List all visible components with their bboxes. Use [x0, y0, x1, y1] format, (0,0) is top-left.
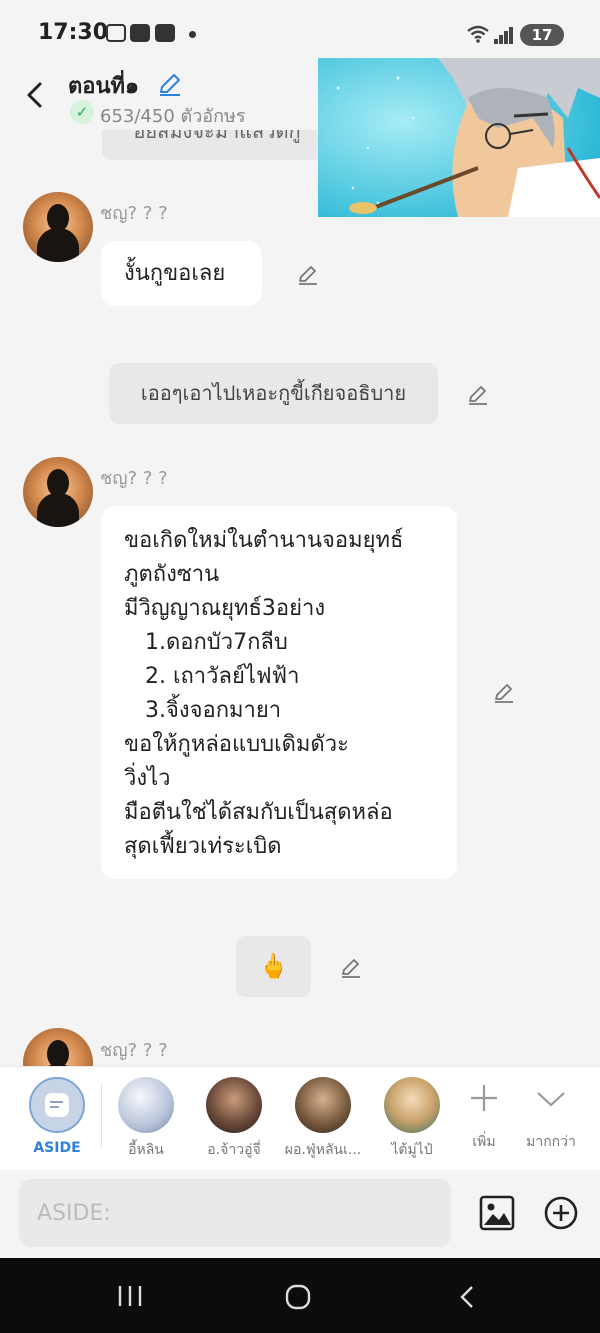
message-line: 3.จิ้งจอกมายา	[124, 698, 282, 723]
input-bar	[0, 1170, 600, 1258]
character-name: อี้หลิน	[128, 1142, 164, 1158]
speaker-name: ชญ? ? ?	[100, 203, 168, 224]
aside-text: เออๆเอาไปเหอะกูขี้เกียจอธิบาย	[140, 381, 407, 405]
character-avatar[interactable]	[118, 1077, 174, 1133]
character-name: ผอ.ฟู่หลันเ...	[284, 1142, 362, 1158]
avatar[interactable]	[23, 1028, 93, 1066]
avatar[interactable]	[23, 457, 93, 527]
aside-character-button[interactable]	[29, 1077, 85, 1133]
app-icon	[155, 24, 175, 42]
message-bubble[interactable]: ขอเกิดใหม่ในตำนานจอมยุทธ์ ภูตถังซาน มีวิ…	[101, 506, 457, 879]
edit-icon[interactable]	[466, 382, 490, 406]
character-bar: ASIDE อี้หลิน อ.จ้าวอู่จี่ ผอ.ฟู่หลันเ..…	[0, 1066, 600, 1171]
message-line: สุดเฟี้ยวเท่ระเบิด	[124, 834, 282, 859]
message-bubble[interactable]: งั้นกูขอเลย	[101, 241, 262, 306]
media-thumbnail[interactable]	[318, 58, 600, 217]
chapter-title: ตอนที่๑	[68, 74, 140, 99]
message-line: ภูตถังซาน	[124, 562, 220, 587]
status-bar: 17:30 17	[0, 0, 600, 64]
check-icon: ✓	[70, 100, 94, 124]
recent-apps-icon[interactable]	[116, 1284, 144, 1308]
notification-dot-icon	[189, 31, 196, 38]
aside-bubble[interactable]: เออๆเอาไปเหอะกูขี้เกียจอธิบาย	[109, 363, 438, 424]
edit-icon[interactable]	[296, 262, 320, 286]
character-name: อ.จ้าวอู่จี่	[207, 1142, 261, 1158]
back-arrow-icon[interactable]	[20, 78, 50, 112]
character-avatar[interactable]	[295, 1077, 351, 1133]
edit-icon[interactable]	[492, 680, 516, 704]
message-line: มีวิญญาณยุทธ์3อย่าง	[124, 596, 326, 621]
aside-text: อยสมงจะมาแสวตกู	[133, 130, 301, 143]
home-icon[interactable]	[284, 1283, 312, 1311]
aside-character-label: ASIDE	[33, 1140, 81, 1156]
speaker-name: ชญ? ? ?	[100, 468, 168, 489]
image-icon[interactable]	[478, 1194, 516, 1232]
app-icon	[130, 24, 150, 42]
character-avatar[interactable]	[206, 1077, 262, 1133]
message-line: ขอให้กูหล่อแบบเดิมดัวะ	[124, 732, 349, 757]
screenshot-icon	[106, 24, 126, 42]
more-characters-label: มากกว่า	[526, 1134, 576, 1150]
battery-indicator: 17	[520, 24, 564, 46]
message-line: วิ่งไว	[124, 766, 171, 791]
message-line: 2. เถาวัลย์ไฟฟ้า	[124, 664, 300, 689]
character-avatar[interactable]	[384, 1077, 440, 1133]
emoji: 🖕	[258, 952, 289, 980]
divider	[101, 1083, 102, 1147]
back-icon[interactable]	[456, 1284, 478, 1310]
signal-icon	[494, 26, 513, 44]
message-input[interactable]	[19, 1179, 451, 1247]
speaker-name: ชญ? ? ?	[100, 1040, 168, 1061]
avatar[interactable]	[23, 192, 93, 262]
aside-emoji-bubble[interactable]: 🖕	[236, 936, 311, 997]
aside-bubble[interactable]: อยสมงจะมาแสวตกู	[102, 130, 332, 160]
edit-title-icon[interactable]	[156, 70, 184, 98]
system-navigation-bar	[0, 1258, 600, 1333]
chat-area[interactable]: อยสมงจะมาแสวตกู ชญ? ? ? งั้นกูขอเลย เออๆ…	[0, 130, 600, 1066]
aside-icon	[45, 1093, 69, 1117]
message-line: มือตีนใช่ได้สมกับเป็นสุดหล่อ	[124, 800, 393, 825]
message-line: 1.ดอกบัว7กลีบ	[124, 630, 288, 655]
message-line: ขอเกิดใหม่ในตำนานจอมยุทธ์	[124, 528, 404, 553]
wifi-icon	[467, 25, 489, 43]
message-text: งั้นกูขอเลย	[124, 261, 226, 286]
add-character-icon[interactable]	[468, 1082, 500, 1114]
chevron-down-icon[interactable]	[535, 1085, 567, 1113]
edit-icon[interactable]	[339, 955, 363, 979]
add-circle-icon[interactable]	[543, 1195, 579, 1231]
character-count: 653/450 ตัวอักษร	[100, 106, 246, 127]
status-time: 17:30	[38, 20, 109, 45]
